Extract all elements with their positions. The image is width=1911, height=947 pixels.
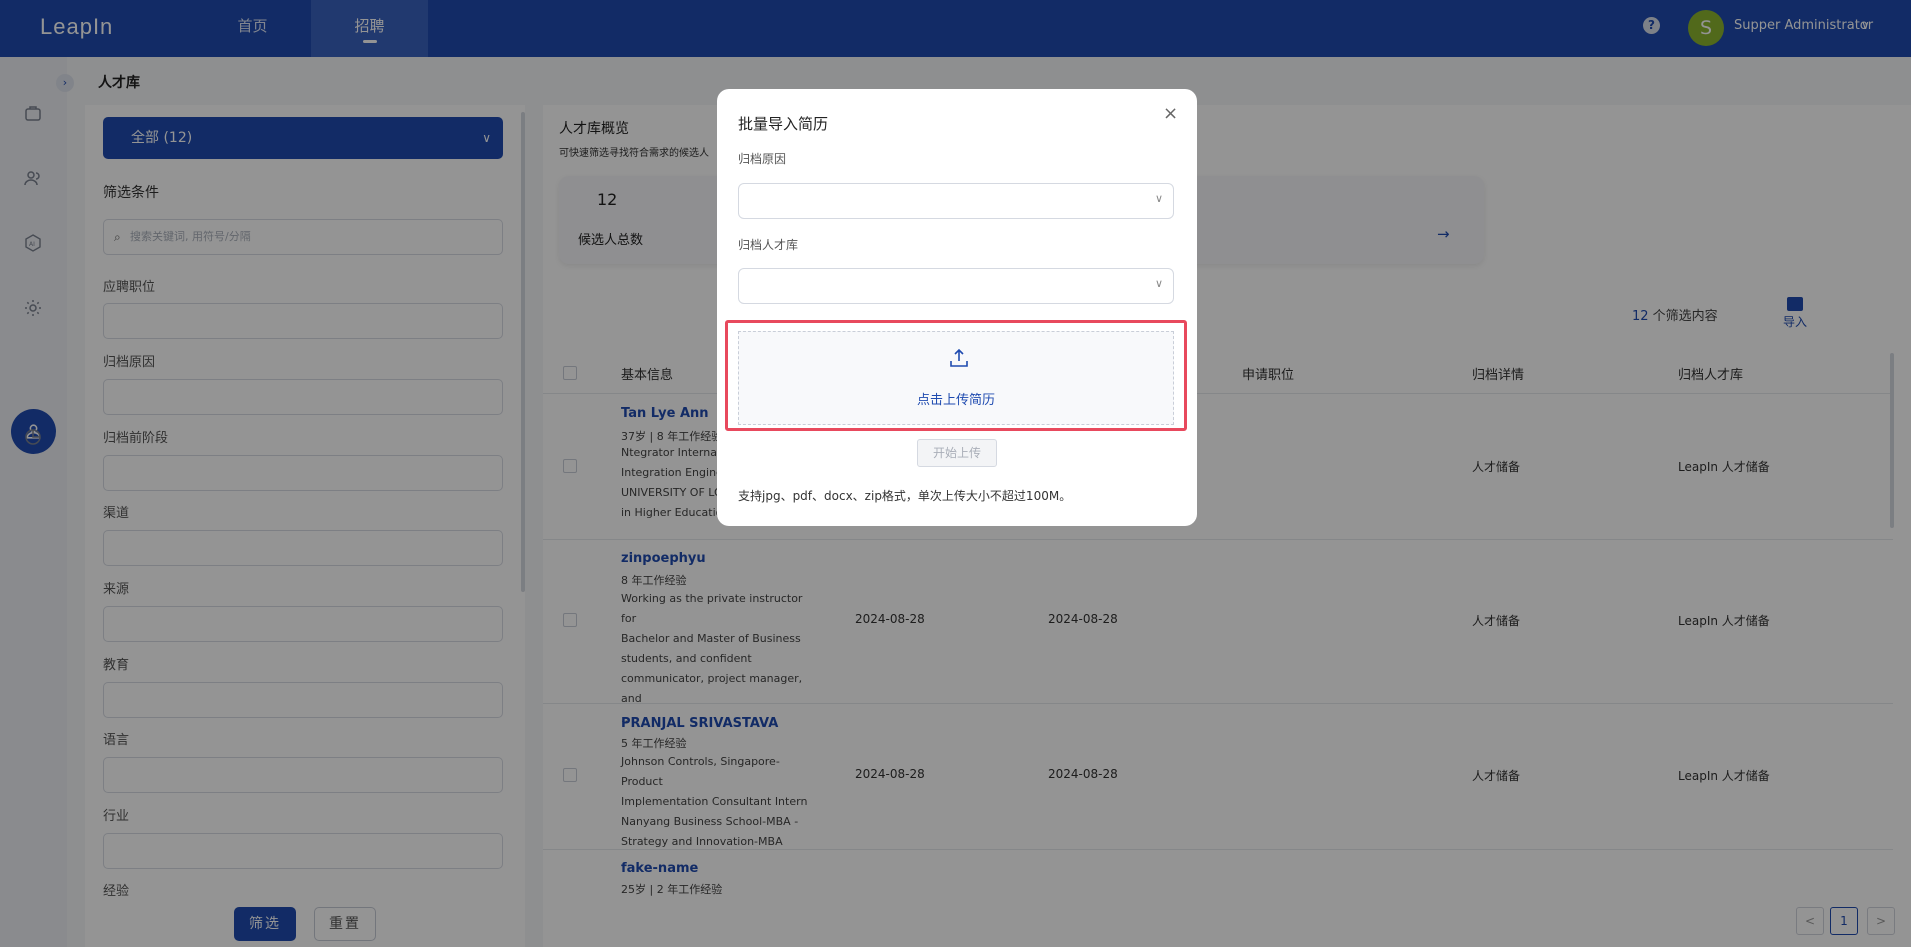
modal-title: 批量导入简历	[738, 115, 829, 133]
upload-text[interactable]: 点击上传简历	[739, 389, 1173, 408]
archive-reason-label: 归档原因	[738, 152, 787, 166]
archive-pool-label: 归档人才库	[738, 238, 799, 252]
batch-import-modal: 批量导入简历 × 归档原因 ∨ 归档人才库 ∨ 点击上传简历 开始上传 支持jp…	[717, 89, 1197, 526]
start-upload-button[interactable]: 开始上传	[917, 439, 997, 467]
close-icon[interactable]: ×	[1163, 103, 1178, 124]
chevron-down-icon: ∨	[1154, 192, 1163, 205]
upload-hint: 支持jpg、pdf、docx、zip格式，单次上传大小不超过100M。	[738, 489, 1072, 503]
archive-pool-select[interactable]: ∨	[738, 268, 1174, 304]
upload-dropzone[interactable]: 点击上传简历	[738, 331, 1174, 425]
archive-reason-select[interactable]: ∨	[738, 183, 1174, 219]
upload-icon	[950, 348, 968, 367]
chevron-down-icon: ∨	[1154, 277, 1163, 290]
